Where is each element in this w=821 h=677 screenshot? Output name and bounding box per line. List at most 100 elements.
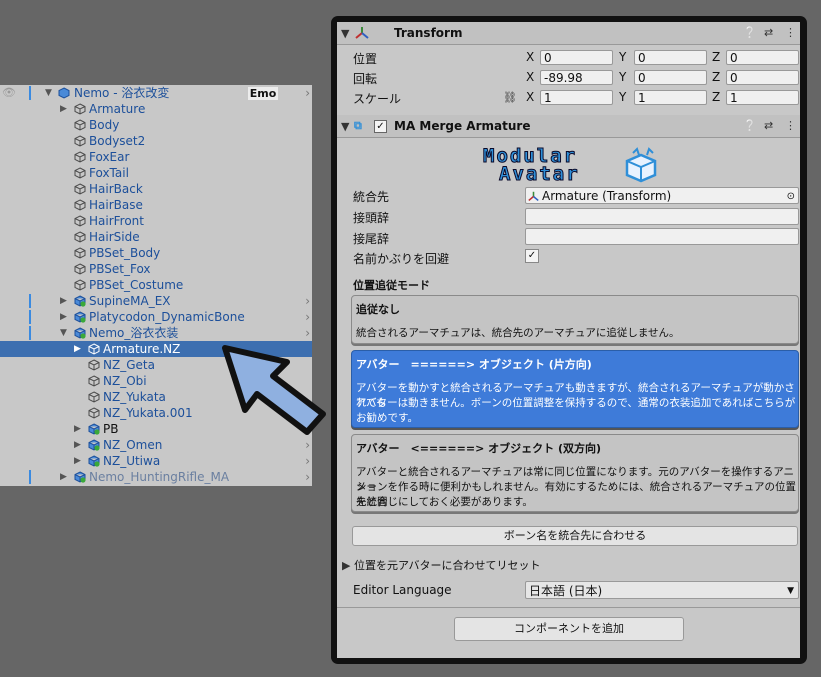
hierarchy-row[interactable]: Body <box>0 117 312 133</box>
mode-option-two-way[interactable]: アバター <======> オブジェクト (双方向) アバターと統合されるアーマ… <box>351 434 799 512</box>
kebab-menu-icon[interactable]: ⋮ <box>785 119 796 132</box>
prefix-field[interactable] <box>525 208 799 225</box>
hierarchy-row[interactable]: ▶ Armature <box>0 101 312 117</box>
hierarchy-row[interactable]: ▶ NZ_Utiwa › <box>0 453 312 469</box>
hierarchy-row[interactable]: ▶ Nemo_HuntingRifle_MA › <box>0 469 312 485</box>
hierarchy-item-label: SupineMA_EX <box>89 294 171 308</box>
target-object-field[interactable]: Armature (Transform) ⊙ <box>525 187 799 204</box>
prefab-cube-icon <box>74 247 86 259</box>
expand-arrow-icon[interactable]: ▼ <box>45 85 52 101</box>
rotation-z-field[interactable]: 0 <box>726 70 799 85</box>
expand-arrow-icon[interactable]: ▶ <box>74 437 81 453</box>
hierarchy-row[interactable]: ▼ Nemo_浴衣衣装 › <box>0 325 312 341</box>
prefab-cube-icon <box>74 135 86 147</box>
foldout-arrow-icon[interactable]: ▶ <box>342 559 350 572</box>
position-z-field[interactable]: 0 <box>726 50 799 65</box>
hierarchy-row[interactable]: ▶ Platycodon_DynamicBone › <box>0 309 312 325</box>
expand-arrow-icon[interactable]: ▶ <box>60 101 67 117</box>
reset-position-foldout[interactable]: 位置を元アバターに合わせてリセット <box>354 557 541 573</box>
collapse-arrow-icon[interactable]: ▼ <box>341 120 349 133</box>
match-bone-names-button[interactable]: ボーン名を統合先に合わせる <box>352 526 798 546</box>
visibility-icon[interactable]: 👁 <box>2 85 16 101</box>
hierarchy-item-label: NZ_Utiwa <box>103 454 161 468</box>
hierarchy-row[interactable]: HairBase <box>0 197 312 213</box>
expand-arrow-icon[interactable]: ▶ <box>60 293 67 309</box>
hierarchy-item-label: FoxEar <box>89 150 130 164</box>
hierarchy-item-label: Bodyset2 <box>89 134 146 148</box>
rotation-x-field[interactable]: -89.98 <box>540 70 613 85</box>
chevron-right-icon[interactable]: › <box>305 309 310 325</box>
modified-bar <box>29 470 31 484</box>
divider <box>337 607 800 608</box>
hierarchy-row[interactable]: PBSet_Body <box>0 245 312 261</box>
hierarchy-item-label: PBSet_Costume <box>89 278 184 292</box>
prefab-cube-icon <box>74 215 86 227</box>
scale-y-field[interactable]: 1 <box>634 90 707 105</box>
mode-option-one-way[interactable]: アバター ======> オブジェクト (片方向) アバターを動かすと統合される… <box>351 350 799 428</box>
hierarchy-item-label: PBSet_Fox <box>89 262 151 276</box>
expand-arrow-icon[interactable]: ▶ <box>60 469 67 485</box>
hierarchy-row[interactable]: HairFront <box>0 213 312 229</box>
hierarchy-row[interactable]: FoxEar <box>0 149 312 165</box>
expand-arrow-icon[interactable]: ▶ <box>60 309 67 325</box>
prefab-cube-icon <box>74 167 86 179</box>
dropdown-arrow-icon: ▼ <box>787 586 794 596</box>
preset-icon[interactable]: ⇄ <box>764 26 773 39</box>
enable-checkbox[interactable]: ✓ <box>374 120 387 133</box>
hierarchy-row[interactable]: PBSet_Fox <box>0 261 312 277</box>
link-icon[interactable]: ⛓ <box>503 91 517 104</box>
collapse-arrow-icon[interactable]: ▼ <box>341 27 349 40</box>
modified-bar <box>29 326 31 340</box>
suffix-field[interactable] <box>525 228 799 245</box>
prefab-cube-icon <box>74 263 86 275</box>
chevron-right-icon[interactable]: › <box>305 293 310 309</box>
hierarchy-row[interactable]: ▶ SupineMA_EX › <box>0 293 312 309</box>
object-picker-icon[interactable]: ⊙ <box>787 188 795 205</box>
expand-arrow-icon[interactable]: ▶ <box>74 453 81 469</box>
target-label: 統合先 <box>353 190 390 204</box>
add-component-button[interactable]: コンポーネントを追加 <box>454 617 684 641</box>
chevron-right-icon[interactable]: › <box>305 469 310 485</box>
modular-avatar-icon: ⧉ <box>354 119 362 132</box>
position-x-field[interactable]: 0 <box>540 50 613 65</box>
position-y-field[interactable]: 0 <box>634 50 707 65</box>
hierarchy-row[interactable]: Bodyset2 <box>0 133 312 149</box>
mode-title: 追従なし <box>356 303 400 316</box>
mode-option-none[interactable]: 追従なし 統合されるアーマチュアは、統合先のアーマチュアに追従しません。 <box>351 295 799 344</box>
hierarchy-row[interactable]: FoxTail <box>0 165 312 181</box>
hierarchy-row-root[interactable]: 👁 ▼ Nemo - 浴衣改変 Emo › <box>0 85 312 101</box>
scale-x-field[interactable]: 1 <box>540 90 613 105</box>
chevron-right-icon[interactable]: › <box>305 453 310 469</box>
rotation-y-field[interactable]: 0 <box>634 70 707 85</box>
hierarchy-item-label: Nemo_浴衣衣装 <box>89 326 179 340</box>
prefab-cube-icon <box>88 375 100 387</box>
mode-description: 統合されるアーマチュアは、統合先のアーマチュアに追従しません。 <box>356 327 680 339</box>
axis-y-label: Y <box>619 50 627 64</box>
hierarchy-row[interactable]: HairBack <box>0 181 312 197</box>
chevron-right-icon[interactable]: › <box>305 325 310 341</box>
expand-arrow-icon[interactable]: ▶ <box>74 421 81 437</box>
scale-z-field[interactable]: 1 <box>726 90 799 105</box>
hierarchy-row[interactable]: HairSide <box>0 229 312 245</box>
hierarchy-item-label: NZ_Geta <box>103 358 155 372</box>
avoid-name-collision-checkbox[interactable]: ✓ <box>525 249 539 263</box>
expand-arrow-icon[interactable]: ▶ <box>74 341 81 357</box>
modified-bar <box>29 294 31 308</box>
modular-avatar-logo: Modular Avatar <box>475 146 665 187</box>
expand-arrow-icon[interactable]: ▼ <box>60 325 67 341</box>
hierarchy-row[interactable]: PBSet_Costume <box>0 277 312 293</box>
prefab-cube-icon <box>88 391 100 403</box>
added-prefab-icon <box>74 295 86 307</box>
hierarchy-item-label: PB <box>103 422 119 436</box>
editor-language-dropdown[interactable]: 日本語 (日本) ▼ <box>525 581 799 599</box>
help-icon[interactable]: ❔ <box>743 26 757 39</box>
kebab-menu-icon[interactable]: ⋮ <box>785 26 796 39</box>
pointer-arrow-icon <box>222 345 326 435</box>
preset-icon[interactable]: ⇄ <box>764 119 773 132</box>
chevron-right-icon[interactable]: › <box>305 85 310 101</box>
scale-label: スケール <box>353 92 402 106</box>
help-icon[interactable]: ❔ <box>743 119 757 132</box>
prefab-cube-icon <box>74 151 86 163</box>
transform-header[interactable]: ▼ Transform ❔ ⇄ ⋮ <box>337 22 800 45</box>
merge-armature-header[interactable]: ▼ ⧉ ✓ MA Merge Armature ❔ ⇄ ⋮ <box>337 115 800 138</box>
